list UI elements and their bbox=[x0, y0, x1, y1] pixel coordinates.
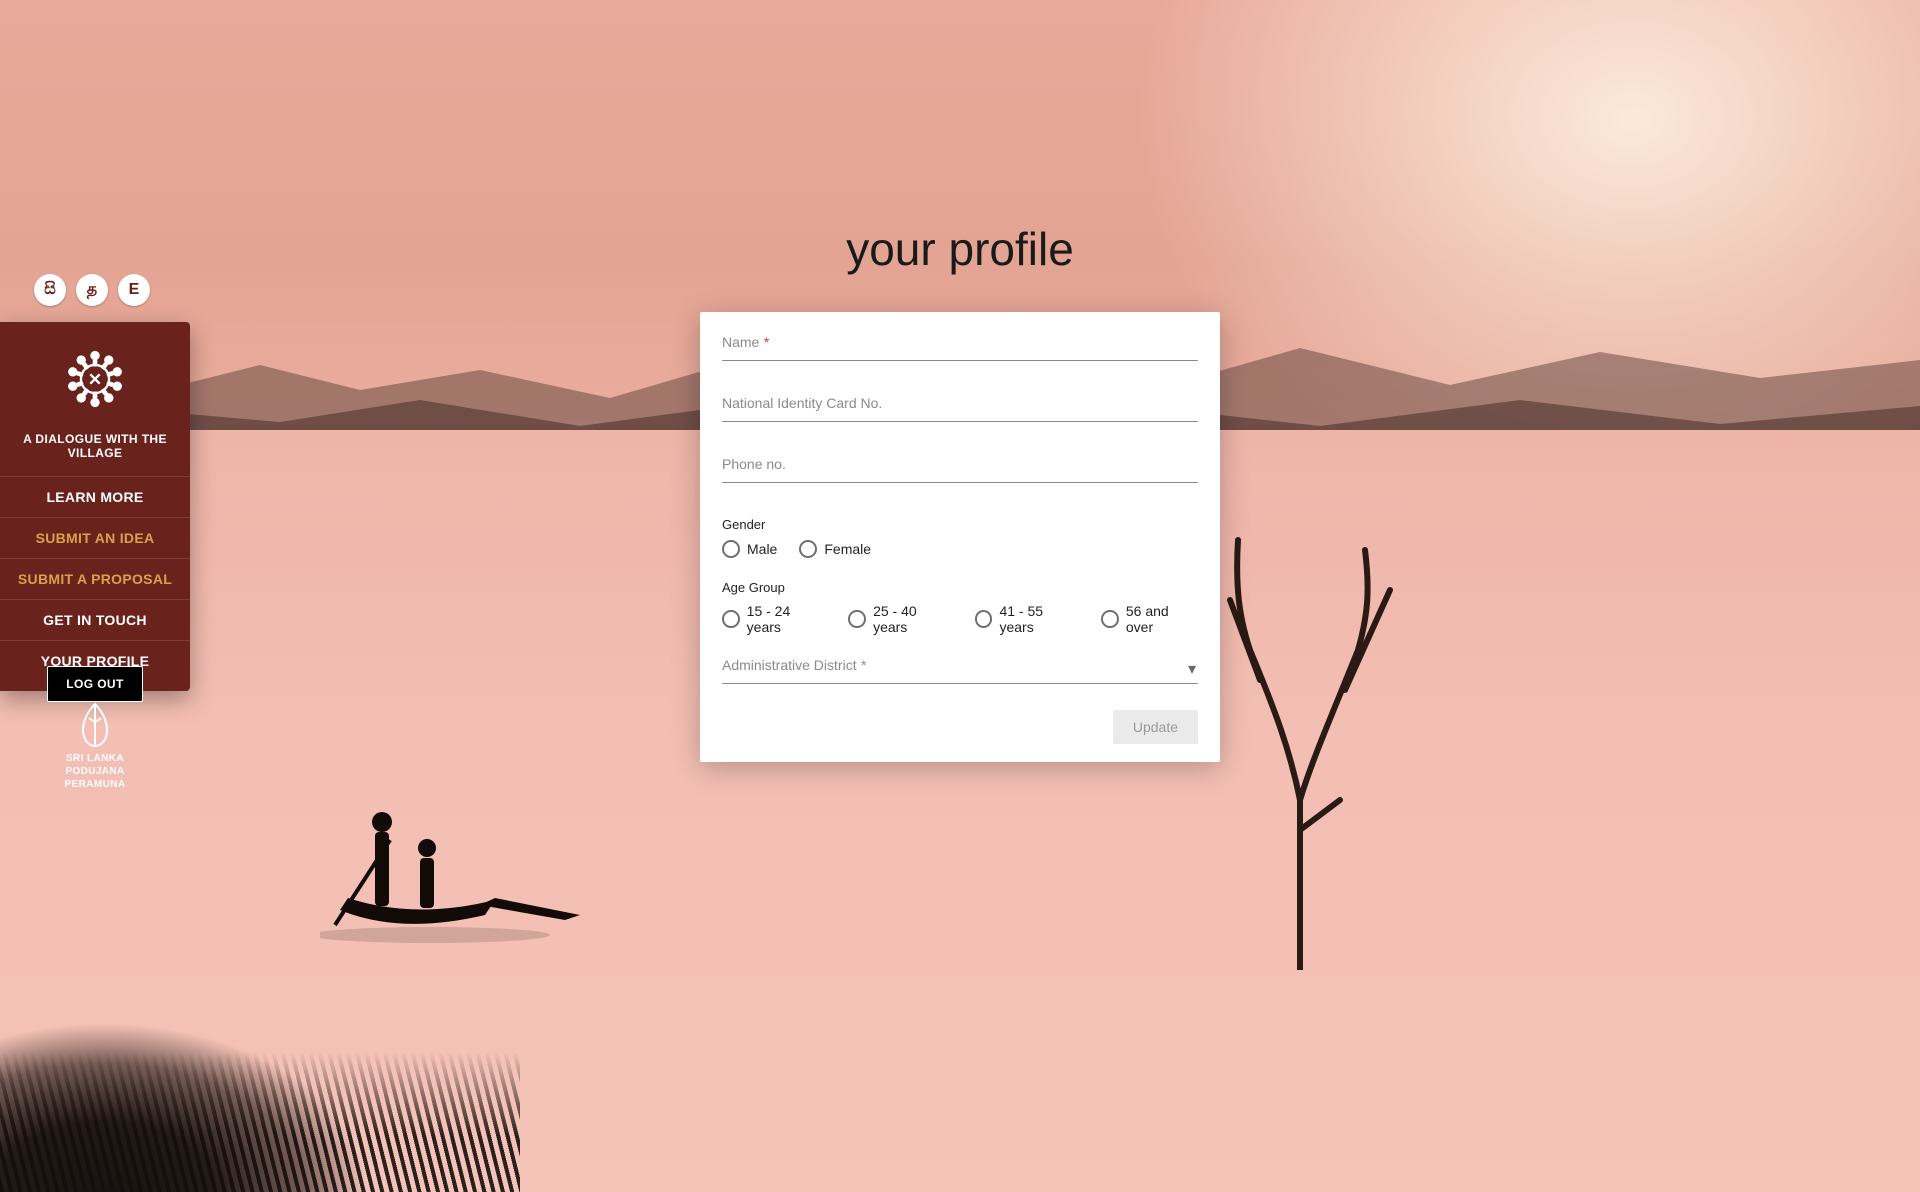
nav-submit-proposal[interactable]: SUBMIT A PROPOSAL bbox=[0, 559, 190, 599]
age-56-plus-radio[interactable]: 56 and over bbox=[1101, 603, 1198, 635]
name-field-wrap[interactable]: Name * bbox=[722, 334, 1198, 361]
required-marker: * bbox=[861, 657, 866, 673]
district-select[interactable]: Administrative District * ▾ bbox=[722, 657, 1198, 684]
language-switcher: සි த E bbox=[34, 274, 150, 306]
background-brush bbox=[0, 932, 520, 1192]
gender-male-radio[interactable]: Male bbox=[722, 540, 777, 558]
nav-learn-more[interactable]: LEARN MORE bbox=[0, 477, 190, 517]
update-button[interactable]: Update bbox=[1113, 710, 1198, 744]
nic-field-wrap[interactable]: National Identity Card No. bbox=[722, 395, 1198, 422]
radio-icon bbox=[848, 610, 866, 628]
lang-ta-button[interactable]: த bbox=[76, 274, 108, 306]
chevron-down-icon: ▾ bbox=[1188, 659, 1196, 679]
age-opt-2: 41 - 55 years bbox=[999, 603, 1079, 635]
profile-card: Name * National Identity Card No. Phone … bbox=[700, 312, 1220, 762]
lang-si-button[interactable]: සි bbox=[34, 274, 66, 306]
age-radio-row: 15 - 24 years 25 - 40 years 41 - 55 year… bbox=[722, 603, 1198, 635]
age-opt-3: 56 and over bbox=[1126, 603, 1198, 635]
site-logo bbox=[0, 322, 190, 426]
district-label: Administrative District bbox=[722, 657, 857, 673]
gender-female-label: Female bbox=[824, 541, 871, 557]
required-marker: * bbox=[764, 334, 769, 350]
radio-icon bbox=[975, 610, 993, 628]
page-title: your profile bbox=[846, 222, 1074, 276]
logout-button[interactable]: LOG OUT bbox=[47, 666, 142, 702]
gender-radio-row: Male Female bbox=[722, 540, 1198, 558]
radio-icon bbox=[799, 540, 817, 558]
radio-icon bbox=[722, 610, 740, 628]
party-line3: PERAMUNA bbox=[65, 779, 126, 790]
lang-en-button[interactable]: E bbox=[118, 274, 150, 306]
phone-label: Phone no. bbox=[722, 456, 786, 472]
nav-get-in-touch[interactable]: GET IN TOUCH bbox=[0, 600, 190, 640]
age-41-55-radio[interactable]: 41 - 55 years bbox=[975, 603, 1079, 635]
nav-submit-idea[interactable]: SUBMIT AN IDEA bbox=[0, 518, 190, 558]
age-opt-0: 15 - 24 years bbox=[747, 603, 827, 635]
gender-female-radio[interactable]: Female bbox=[799, 540, 871, 558]
name-label: Name bbox=[722, 334, 759, 350]
nav-list: LEARN MORE SUBMIT AN IDEA SUBMIT A PROPO… bbox=[0, 477, 190, 681]
age-15-24-radio[interactable]: 15 - 24 years bbox=[722, 603, 826, 635]
age-group-label: Age Group bbox=[722, 580, 1198, 595]
nic-label: National Identity Card No. bbox=[722, 395, 882, 411]
gender-male-label: Male bbox=[747, 541, 777, 557]
radio-icon bbox=[722, 540, 740, 558]
sidebar: A DIALOGUE WITH THE VILLAGE LEARN MORE S… bbox=[0, 322, 190, 691]
party-line1: SRI LANKA bbox=[66, 753, 124, 764]
gender-group-label: Gender bbox=[722, 517, 1198, 532]
phone-field-wrap[interactable]: Phone no. bbox=[722, 456, 1198, 483]
site-tagline: A DIALOGUE WITH THE VILLAGE bbox=[0, 426, 190, 477]
radio-icon bbox=[1101, 610, 1119, 628]
age-opt-1: 25 - 40 years bbox=[873, 603, 953, 635]
age-25-40-radio[interactable]: 25 - 40 years bbox=[848, 603, 952, 635]
party-line2: PODUJANA bbox=[65, 766, 124, 777]
party-brand: SRI LANKA PODUJANA PERAMUNA bbox=[0, 700, 190, 791]
